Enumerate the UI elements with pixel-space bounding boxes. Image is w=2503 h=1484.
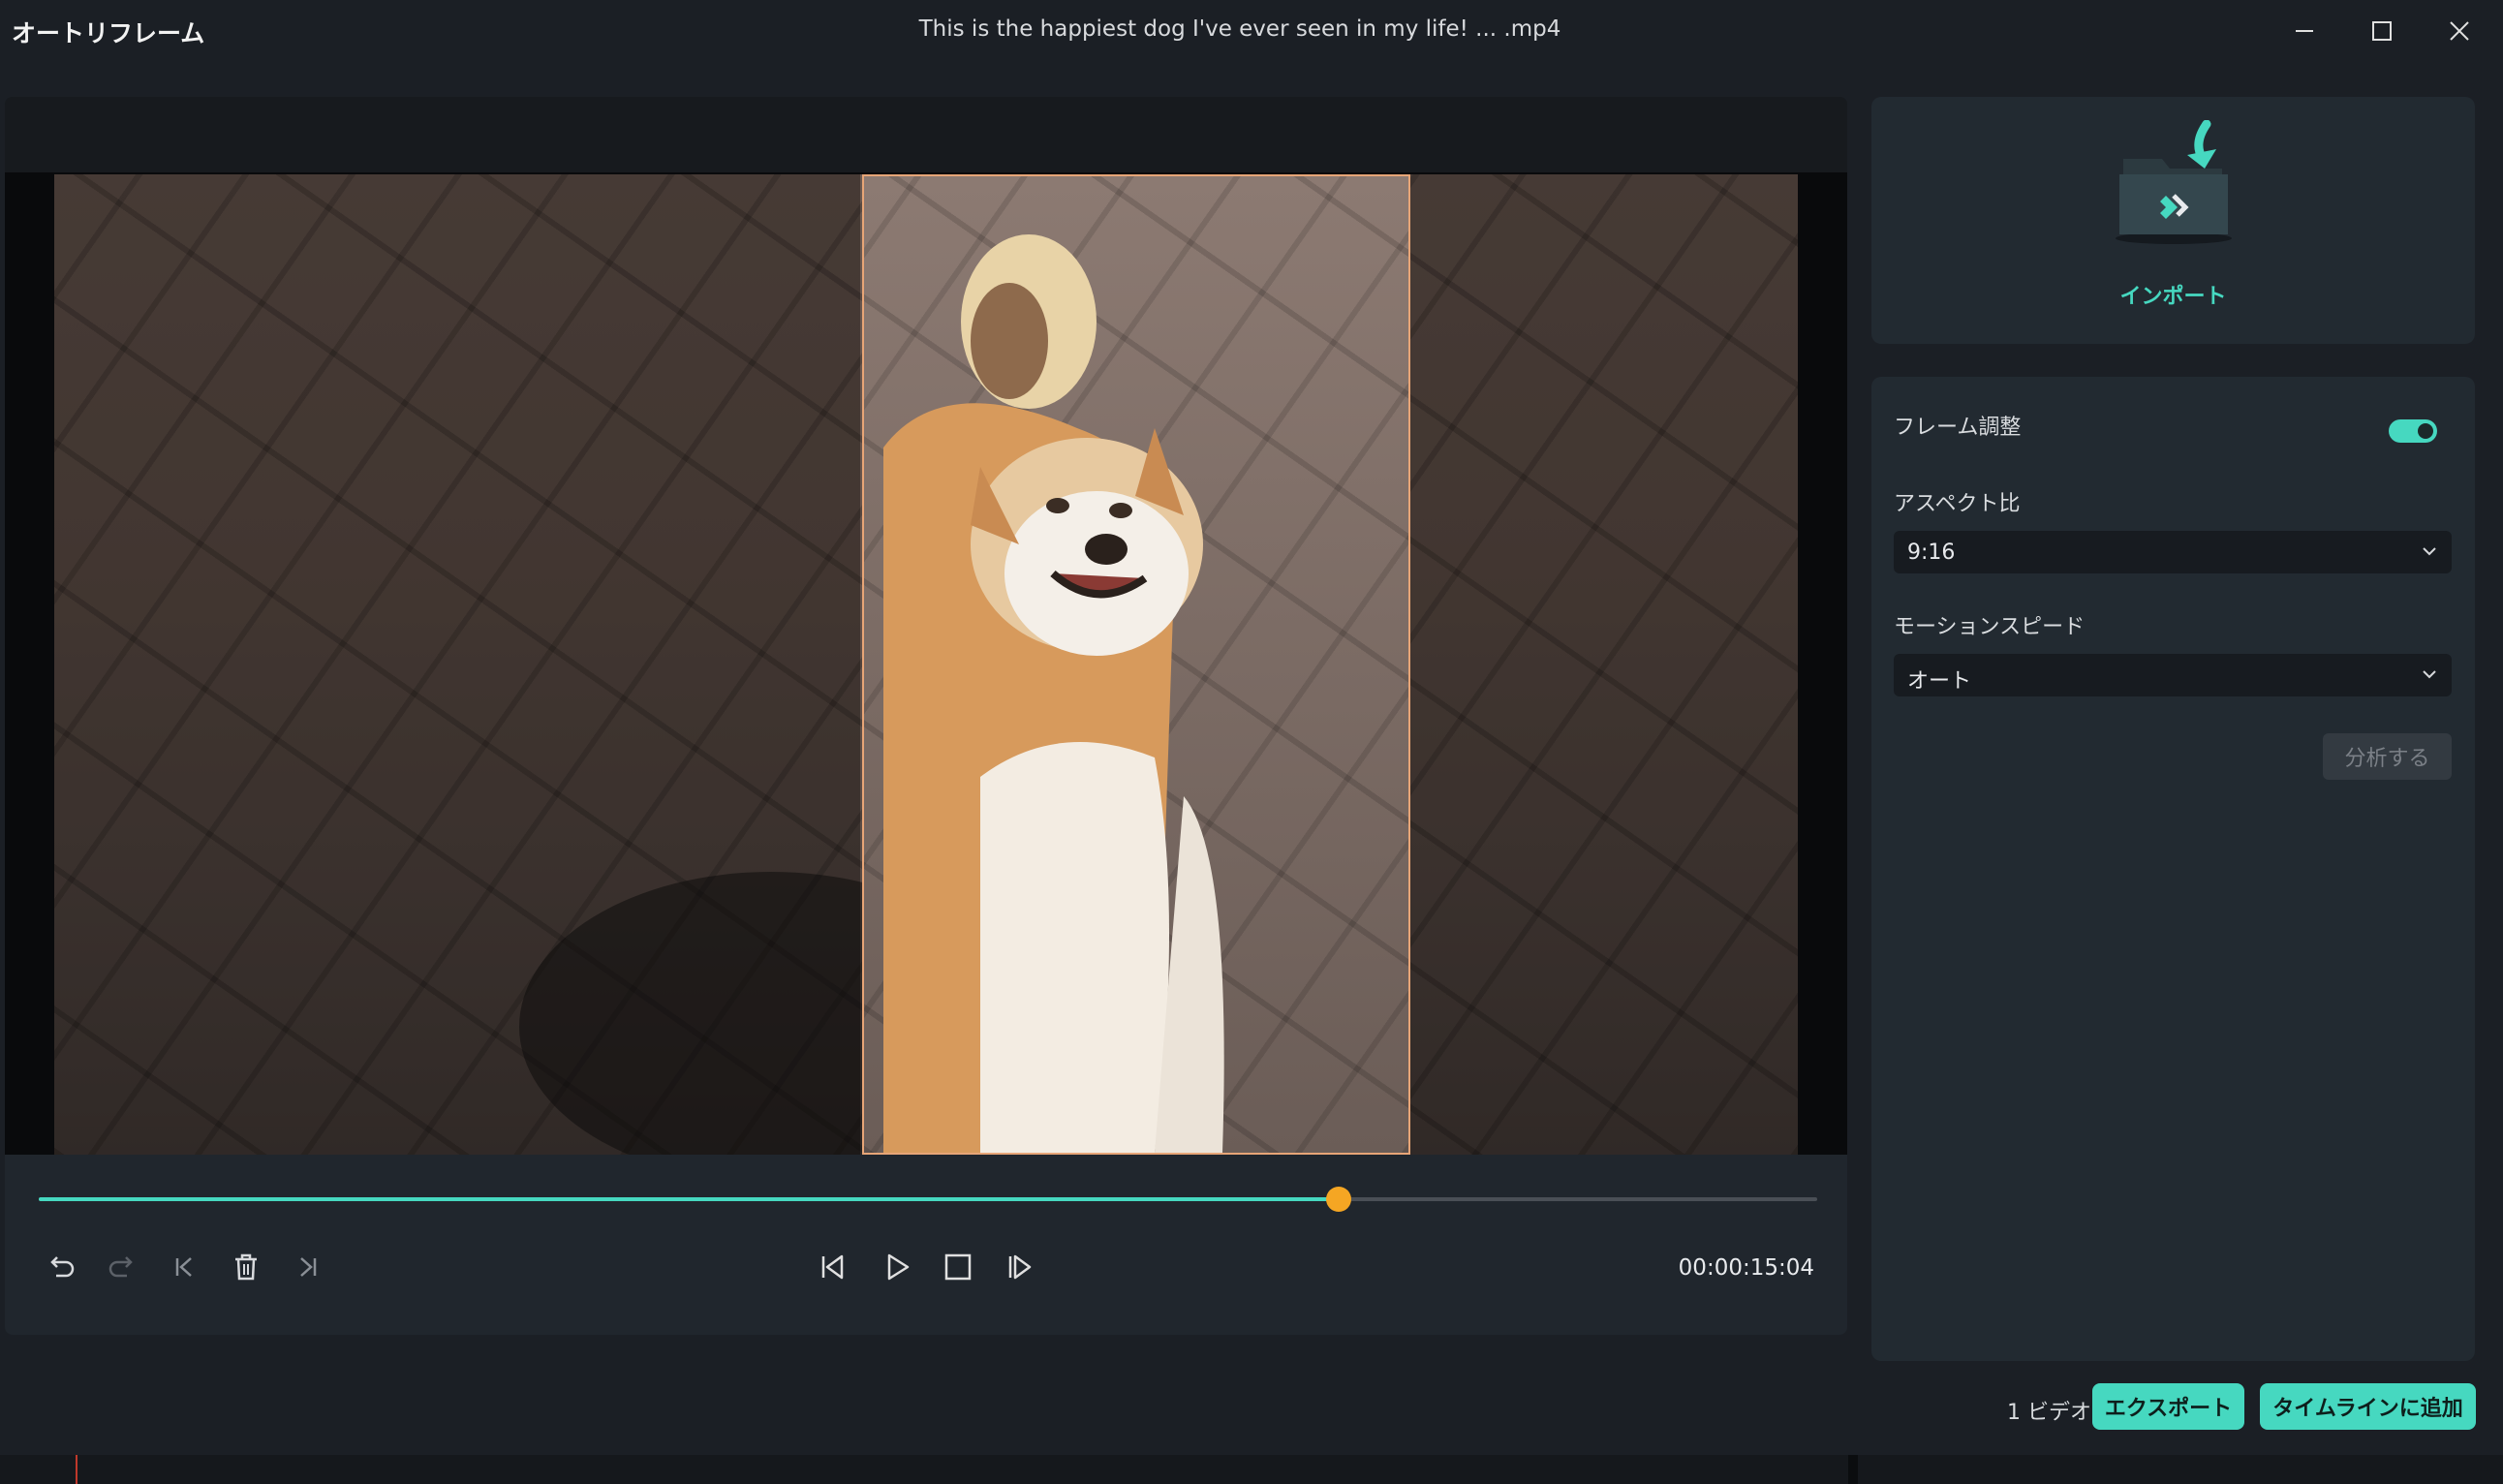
- jump-to-start-button[interactable]: [163, 1246, 205, 1288]
- chevron-down-icon: [2423, 547, 2436, 556]
- add-to-timeline-button[interactable]: タイムラインに追加: [2260, 1383, 2476, 1430]
- seek-bar-handle[interactable]: [1326, 1187, 1352, 1212]
- play-icon: [887, 1253, 910, 1281]
- import-label: インポート: [2119, 285, 2227, 309]
- minimize-icon: [2296, 30, 2313, 32]
- timeline-strip: [0, 1455, 2503, 1484]
- import-panel[interactable]: インポート: [1871, 97, 2475, 344]
- next-frame-button[interactable]: [999, 1246, 1041, 1288]
- close-icon: [2450, 21, 2469, 41]
- maximize-icon: [2372, 21, 2392, 41]
- previous-frame-button[interactable]: [811, 1246, 853, 1288]
- crop-outside-right: [1410, 174, 1798, 1155]
- seek-bar[interactable]: [39, 1187, 1817, 1212]
- settings-panel: フレーム調整 アスペクト比 9:16 モーションスピード オート 分析する: [1871, 377, 2475, 1361]
- video-top-bar: [5, 97, 1847, 172]
- undo-icon: [50, 1256, 75, 1278]
- analyze-button[interactable]: 分析する: [2323, 733, 2452, 780]
- step-back-icon: [821, 1254, 844, 1280]
- trash-icon: [235, 1253, 257, 1281]
- aspect-ratio-value: 9:16: [1907, 541, 1956, 565]
- maximize-button[interactable]: [2348, 10, 2416, 52]
- import-folder-icon: [2116, 120, 2232, 244]
- minimize-button[interactable]: [2271, 10, 2338, 52]
- step-forward-icon: [1008, 1254, 1032, 1280]
- video-count: 1 ビデオ: [2007, 1401, 2091, 1425]
- motion-speed-select[interactable]: オート: [1894, 654, 2452, 696]
- title-bar: オートリフレーム This is the happiest dog I've e…: [0, 0, 2503, 64]
- frame-adjust-toggle[interactable]: [2389, 419, 2437, 443]
- preview-panel: 00:00:15:04: [5, 97, 1847, 1335]
- video-preview: [5, 97, 1847, 1155]
- motion-speed-value: オート: [1907, 669, 1972, 694]
- dog-image: [883, 234, 1224, 1153]
- chevron-down-icon: [2423, 670, 2436, 679]
- redo-icon: [108, 1256, 133, 1278]
- crop-frame[interactable]: [862, 174, 1410, 1155]
- stop-icon: [944, 1253, 972, 1281]
- frame-adjust-label: フレーム調整: [1894, 416, 2022, 440]
- export-button[interactable]: エクスポート: [2092, 1383, 2244, 1430]
- aspect-ratio-select[interactable]: 9:16: [1894, 531, 2452, 573]
- skip-end-icon: [300, 1257, 317, 1277]
- undo-button[interactable]: [40, 1246, 82, 1288]
- play-button[interactable]: [876, 1246, 918, 1288]
- seek-bar-progress: [39, 1197, 1340, 1201]
- crop-outside-left: [54, 174, 860, 1155]
- timecode: 00:00:15:04: [1678, 1255, 1814, 1281]
- skip-start-icon: [175, 1257, 192, 1277]
- stop-button[interactable]: [937, 1246, 979, 1288]
- jump-to-end-button[interactable]: [287, 1246, 329, 1288]
- delete-button[interactable]: [225, 1246, 267, 1288]
- file-title: This is the happiest dog I've ever seen …: [918, 16, 1561, 42]
- redo-button[interactable]: [101, 1246, 143, 1288]
- aspect-ratio-label: アスペクト比: [1894, 492, 2021, 516]
- close-button[interactable]: [2426, 10, 2493, 52]
- motion-speed-label: モーションスピード: [1894, 615, 2086, 639]
- playhead-marker: [76, 1455, 77, 1484]
